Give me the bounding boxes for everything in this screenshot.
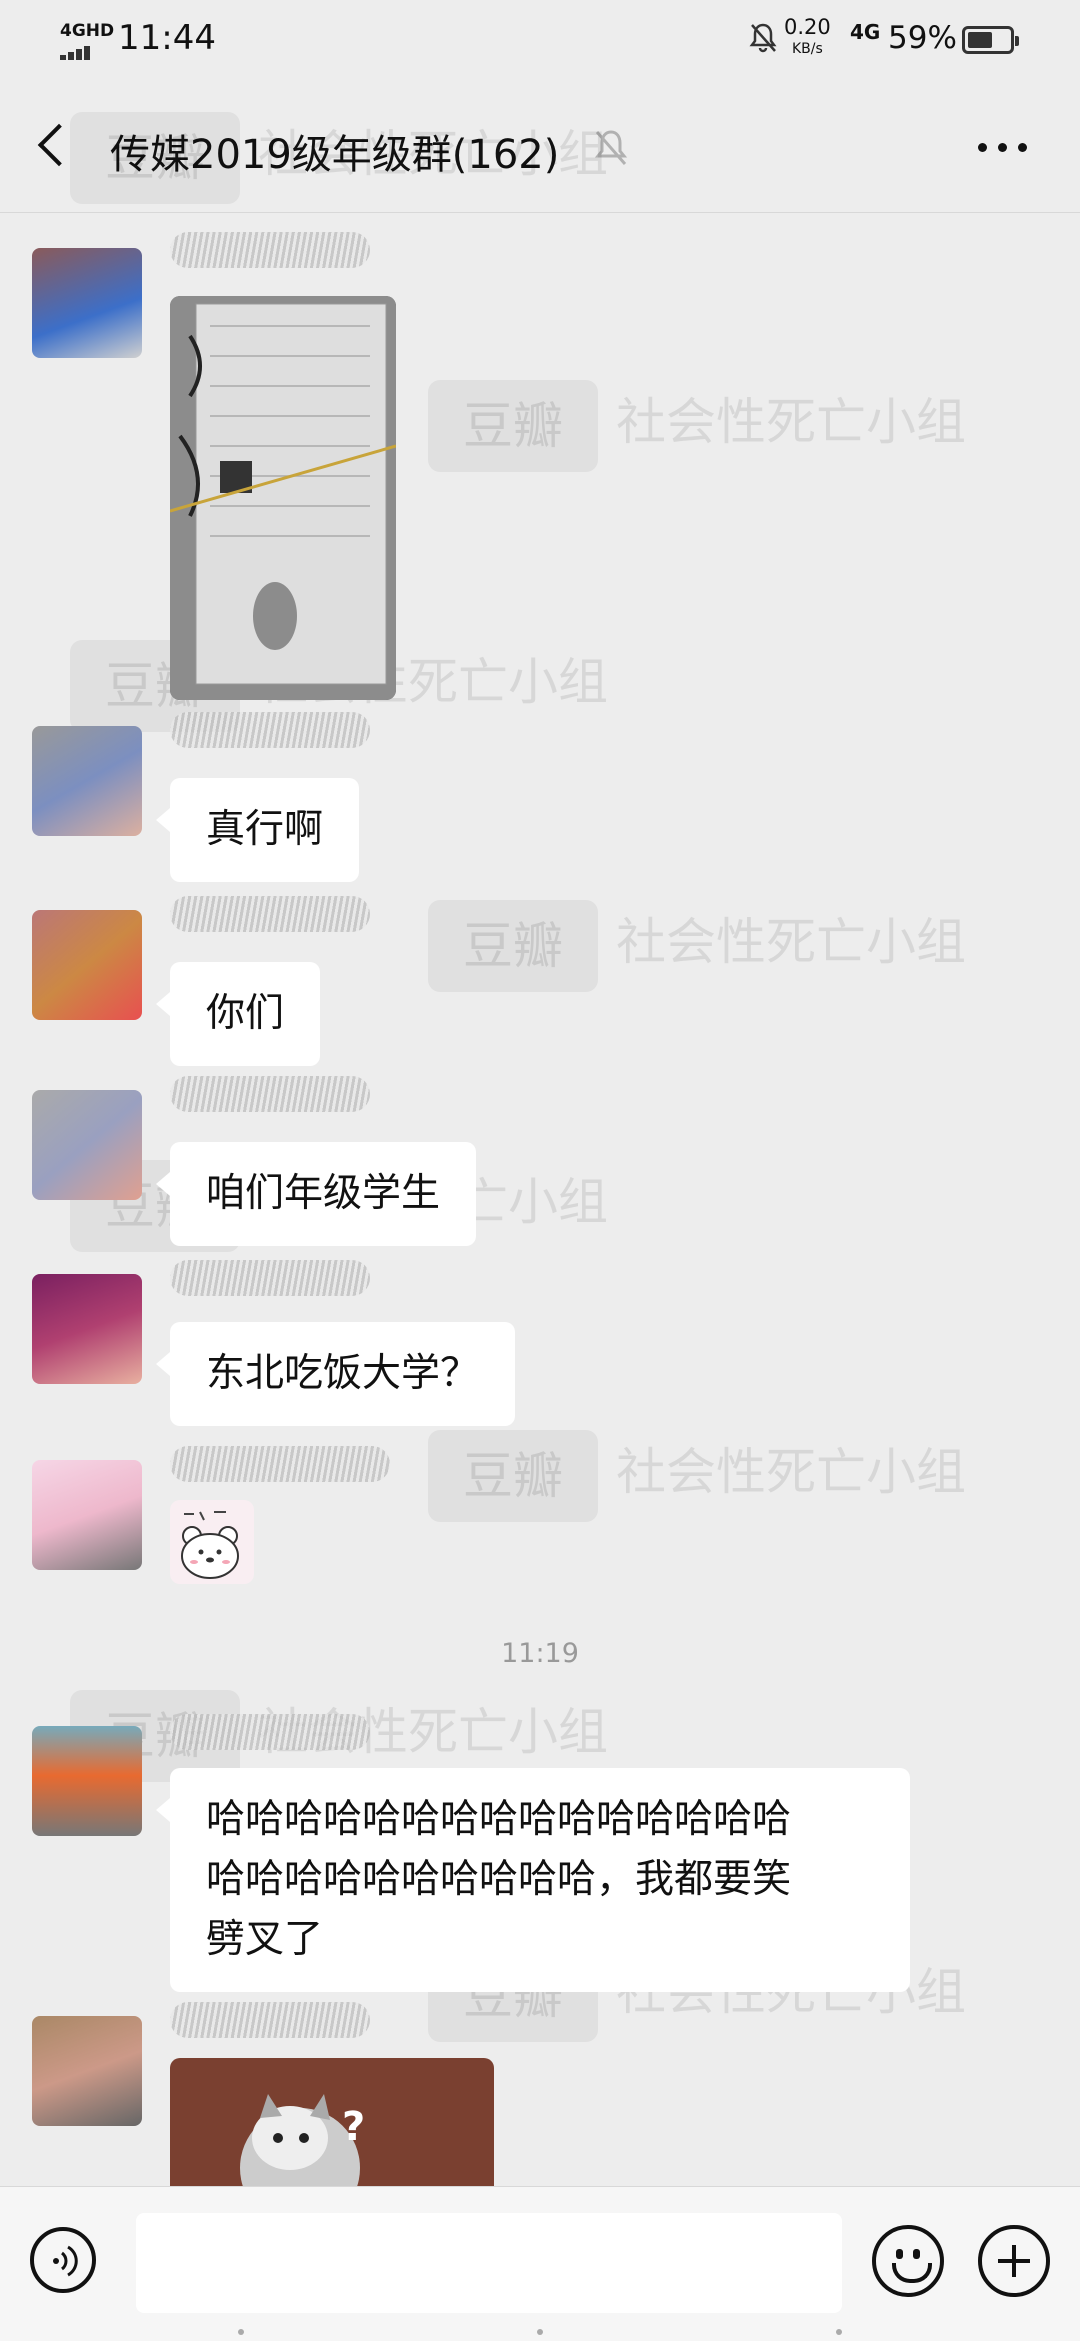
mobile-data-label: 4G bbox=[850, 20, 881, 44]
speed-value: 0.20 bbox=[784, 15, 831, 39]
sender-name-blurred bbox=[170, 1714, 370, 1750]
battery-icon bbox=[962, 26, 1019, 54]
message-line: 劈叉了 bbox=[206, 1917, 324, 1962]
avatar[interactable] bbox=[32, 248, 142, 358]
status-bar: 4GHD 11:44 0.20 KB/s 4G 59% bbox=[0, 0, 1080, 80]
voice-button[interactable] bbox=[30, 2227, 96, 2293]
emoji-button[interactable] bbox=[872, 2225, 944, 2297]
avatar[interactable] bbox=[32, 1090, 142, 1200]
avatar[interactable] bbox=[32, 1726, 142, 1836]
avatar[interactable] bbox=[32, 910, 142, 1020]
avatar[interactable] bbox=[32, 1460, 142, 1570]
sender-name-blurred bbox=[170, 2002, 370, 2038]
image-message[interactable] bbox=[170, 296, 396, 700]
sticker-message[interactable] bbox=[170, 1500, 254, 1584]
notification-off-icon bbox=[748, 22, 778, 61]
avatar[interactable] bbox=[32, 726, 142, 836]
message-line: 哈哈哈哈哈哈哈哈哈哈哈哈哈哈哈 bbox=[206, 1797, 792, 1842]
sender-name-blurred bbox=[170, 232, 370, 268]
watermark: 豆瓣社会性死亡小组 bbox=[428, 380, 966, 472]
plus-button[interactable] bbox=[978, 2225, 1050, 2297]
sender-name-blurred bbox=[170, 1260, 370, 1296]
signal-icon bbox=[60, 44, 100, 60]
watermark: 豆瓣社会性死亡小组 bbox=[428, 1430, 966, 1522]
chat-header: 传媒2019级年级群(162) bbox=[0, 80, 1080, 213]
group-title: 传媒2019级年级群(162) bbox=[110, 132, 560, 178]
battery-fill bbox=[968, 32, 992, 48]
message-line: 哈哈哈哈哈哈哈哈哈哈，我都要笑 bbox=[206, 1857, 792, 1902]
avatar[interactable] bbox=[32, 1274, 142, 1384]
clock: 11:44 bbox=[118, 18, 216, 58]
more-button[interactable] bbox=[978, 140, 1028, 154]
sender-name-blurred bbox=[170, 896, 370, 932]
bell-muted-icon bbox=[594, 128, 628, 168]
sender-name-blurred bbox=[170, 1076, 370, 1112]
text-message[interactable]: 咱们年级学生 bbox=[155, 1142, 477, 1246]
battery-percent: 59% bbox=[888, 20, 957, 56]
message-input[interactable] bbox=[136, 2213, 842, 2313]
sender-name-blurred bbox=[170, 712, 370, 748]
avatar[interactable] bbox=[32, 2016, 142, 2126]
network-speed: 0.20 KB/s bbox=[784, 16, 831, 60]
svg-text:?: ? bbox=[342, 2104, 365, 2150]
input-bar bbox=[0, 2186, 1080, 2341]
speed-unit: KB/s bbox=[791, 41, 823, 57]
voice-icon bbox=[50, 2241, 84, 2290]
text-message[interactable]: 东北吃饭大学？ bbox=[155, 1322, 516, 1426]
watermark: 豆瓣社会性死亡小组 bbox=[428, 900, 966, 992]
sender-name-blurred bbox=[170, 1446, 390, 1482]
text-message[interactable]: 哈哈哈哈哈哈哈哈哈哈哈哈哈哈哈 哈哈哈哈哈哈哈哈哈哈，我都要笑 劈叉了 bbox=[156, 1768, 910, 1992]
network-type: 4GHD bbox=[60, 21, 115, 41]
back-button[interactable] bbox=[28, 118, 78, 174]
gesture-indicator bbox=[0, 2329, 1080, 2337]
text-message[interactable]: 你们 bbox=[155, 962, 321, 1066]
image-message[interactable]: ? bbox=[170, 2058, 494, 2186]
text-message[interactable]: 真行啊 bbox=[155, 778, 360, 882]
time-divider: 11:19 bbox=[501, 1638, 579, 1669]
